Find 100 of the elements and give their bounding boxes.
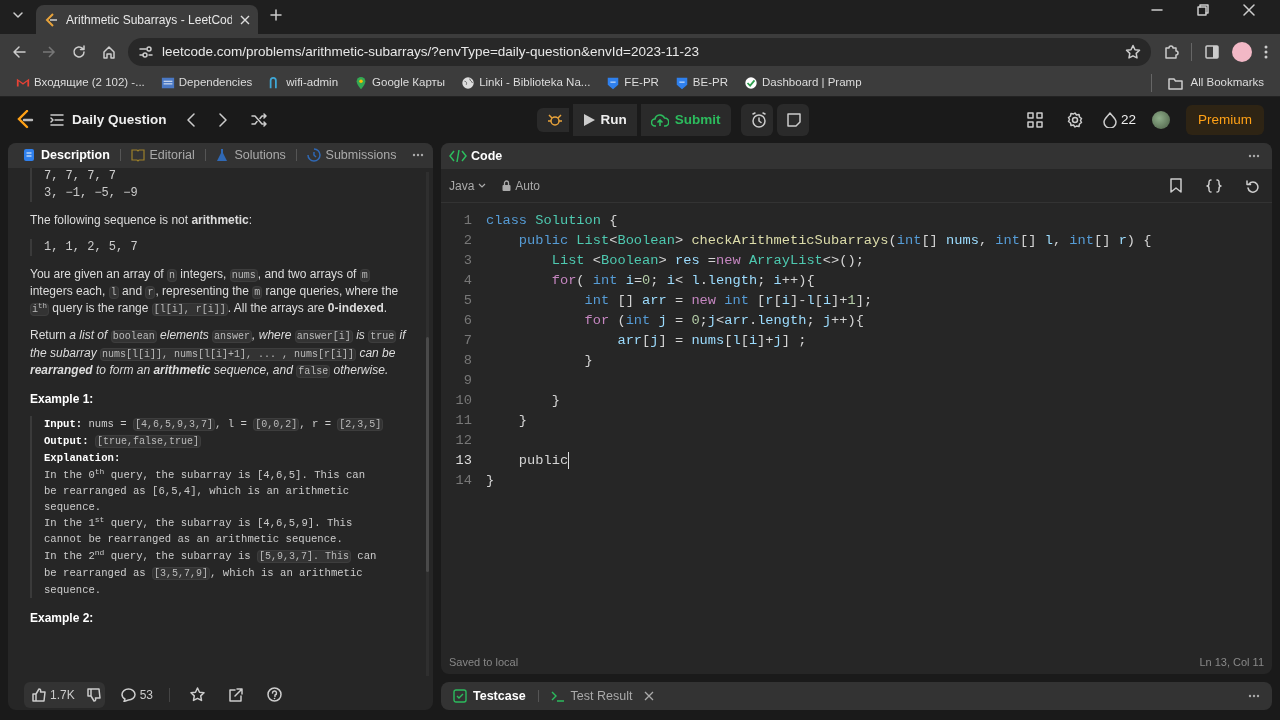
panel-tab[interactable]: Solutions <box>209 145 292 165</box>
submit-button[interactable]: Submit <box>640 104 731 136</box>
reset-icon <box>1246 178 1260 193</box>
bookmark-link[interactable]: Linki - Biblioteka Na... <box>461 74 591 92</box>
forward-icon <box>42 45 56 59</box>
scrollbar[interactable] <box>426 171 429 676</box>
layout-icon <box>1026 112 1043 128</box>
panel-tab[interactable]: Description <box>16 145 116 165</box>
checkbox-icon <box>453 689 467 703</box>
fire-icon <box>1102 112 1117 128</box>
leetcode-logo[interactable] <box>16 110 34 130</box>
code-line: } <box>486 472 495 490</box>
line-number: 2 <box>462 232 473 250</box>
site-info-icon[interactable] <box>138 45 154 59</box>
bookmark-link[interactable]: Google Карты <box>354 74 446 92</box>
notes-icon <box>786 113 801 127</box>
premium-button[interactable]: Premium <box>1186 105 1264 135</box>
more-options-icon <box>1248 694 1260 698</box>
profile-avatar[interactable] <box>1232 42 1252 62</box>
line-number: 1 <box>462 212 473 230</box>
close-icon <box>1243 4 1255 16</box>
bookmark-link[interactable]: Dependencies <box>160 74 253 92</box>
help-icon <box>267 687 283 703</box>
debug-icon <box>546 112 563 128</box>
line-number: 14 <box>454 472 473 490</box>
user-avatar[interactable] <box>1152 111 1170 129</box>
shuffle-icon <box>250 113 267 127</box>
panel-tab[interactable]: Submissions <box>300 145 403 165</box>
settings-icon <box>1066 112 1083 128</box>
reload-icon <box>72 45 86 59</box>
example-heading: Example 2: <box>30 610 95 628</box>
cursor-position: Ln 13, Col 11 <box>1199 655 1264 670</box>
line-number: 3 <box>462 252 473 270</box>
line-number: 10 <box>454 392 473 410</box>
favicon <box>744 76 758 90</box>
example-block: Input: nums = [4,6,5,9,3,7] , l = [0,0,2] , r = [2,3,5] Output: [true,false,true] Explanation: In the 0$^{th}$ query, the subarray is [4,6,5]. This can be rearranged as [6,5,4], which is an arithmetic sequence. In the 1$^{st}$ query, the subarray is [4,6,5,9]. This cannot be rearranged as an arithmetic sequence. In the 2$^{nd}$ query, the subarray is [5,9,3,7]. This can be rearranged as [3,5,7,9] , which is an arithmetic sequence. <box>30 415 384 599</box>
lock-icon <box>502 180 512 191</box>
previous-icon <box>186 113 195 127</box>
line-number: 8 <box>462 352 473 370</box>
bookmark-icon <box>1170 178 1182 193</box>
side-panel-icon <box>1204 44 1220 60</box>
bookmark-link[interactable]: wifi-admin <box>268 74 339 92</box>
comments-button[interactable]: 53 <box>120 685 154 704</box>
favicon <box>16 76 30 90</box>
play-icon <box>582 113 595 127</box>
code-line: for( int i=0; i< l.length; i++){ <box>550 272 815 290</box>
bookmark-link[interactable]: Dashboard | Pramp <box>744 74 862 92</box>
line-number: 4 <box>462 272 473 290</box>
example-heading: Example 1: <box>30 390 95 408</box>
favorite-icon <box>190 687 206 703</box>
description-paragraph: You are given an array of n integers, nums , and two arrays of m integers each, l and r , representing the m range queries, where the i$^{th}$ query is the range [l[i], r[i]] . All the arrays are 0-indexed. <box>30 265 400 318</box>
notes-button[interactable] <box>776 104 809 136</box>
line-number: 13 <box>454 452 473 470</box>
site-logo-icon <box>44 12 58 27</box>
code-line: List <Boolean> res =new ArrayList<>(); <box>550 252 864 270</box>
back-icon <box>12 45 26 59</box>
flask-icon <box>215 148 230 163</box>
save-status: Saved to local <box>449 655 519 670</box>
favicon <box>461 76 476 90</box>
debug-button[interactable] <box>536 108 569 132</box>
history-icon <box>306 148 321 163</box>
tab-list-icon <box>12 9 24 21</box>
bookmark-link[interactable]: Входящие (2 102) -... <box>16 74 145 92</box>
comment-icon <box>120 687 136 702</box>
line-number: 7 <box>462 332 473 350</box>
list-icon <box>50 114 64 126</box>
code-icon <box>449 150 467 162</box>
line-number: 11 <box>454 412 473 430</box>
panel-tab[interactable]: Testcase <box>449 686 530 706</box>
code-line: class Solution { <box>486 212 618 230</box>
code-line: } <box>517 412 528 430</box>
cloud-upload-icon <box>650 113 669 127</box>
chevron-down-icon <box>478 182 487 189</box>
run-button[interactable]: Run <box>572 104 637 136</box>
language-dropdown[interactable]: Java <box>449 176 487 195</box>
panel-tab[interactable]: Editorial <box>124 145 201 165</box>
bookmark-link[interactable]: FE-PR <box>606 74 659 92</box>
code-line: arr[j] = nums[l[i]+j] ; <box>616 332 807 350</box>
code-line: public <box>517 451 570 471</box>
panel-title: Code <box>471 147 503 165</box>
thumbs-up-icon <box>32 687 46 702</box>
folder-icon <box>1167 76 1183 90</box>
all-bookmarks-link[interactable]: All Bookmarks <box>1167 74 1264 92</box>
line-number: 5 <box>462 292 473 310</box>
code-block: 1, 1, 2, 5, 7 <box>30 238 415 256</box>
book-icon <box>130 148 145 163</box>
panel-tab[interactable]: Test Result <box>546 686 637 706</box>
address-bar[interactable]: leetcode.com/problems/arithmetic-subarrays/?envType=daily-question&envId=2023-11-23 <box>128 38 1151 66</box>
more-options-icon <box>1248 154 1260 158</box>
code-block: 7, 7, 7, 7 3, −1, −5, −9 <box>30 167 415 202</box>
daily-question-button[interactable]: Daily Question <box>50 109 167 131</box>
close-icon[interactable] <box>644 691 655 701</box>
timer-button[interactable] <box>740 104 773 136</box>
browser-tab[interactable]: Arithmetic Subarrays - LeetCod <box>36 5 258 34</box>
line-number: 6 <box>462 312 473 330</box>
bookmark-link[interactable]: BE-PR <box>674 74 728 92</box>
star-icon[interactable] <box>1125 44 1141 60</box>
code-line: public List<Boolean> checkArithmeticSubarrays(int[] nums, int[] l, int[] r) { <box>517 232 1152 250</box>
mode-label: Auto <box>515 177 541 195</box>
code-line: for (int j = 0;j<arr.length; j++){ <box>583 312 864 330</box>
